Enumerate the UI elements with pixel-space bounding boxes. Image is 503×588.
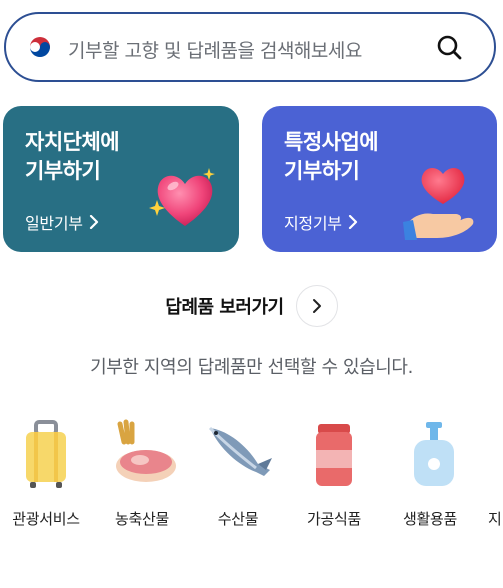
category-seafood[interactable]: 수산물	[190, 418, 286, 529]
browse-gifts-label: 답례품 보러가기	[165, 297, 284, 318]
suitcase-icon	[26, 420, 66, 488]
heart-in-hand-icon	[403, 168, 474, 240]
meat-grain-icon	[116, 419, 176, 482]
card-title-line: 기부하기	[25, 159, 101, 183]
designated-donation-card[interactable]: 특정사업에 기부하기 지정기부	[262, 106, 497, 252]
general-donation-link[interactable]: 일반기부	[25, 210, 99, 234]
chevron-right-icon	[348, 215, 357, 229]
category-household[interactable]: 생활용품	[382, 418, 478, 529]
search-bar[interactable]: 기부할 고향 및 답례품을 검색해보세요	[4, 12, 496, 82]
category-label: 생활용품	[402, 510, 457, 528]
card-title-line: 자치단체에	[25, 130, 120, 154]
card-title-line: 기부하기	[284, 159, 360, 183]
category-label: 농축산물	[114, 510, 169, 528]
card-link-label: 일반기부	[25, 214, 83, 233]
search-icon[interactable]	[434, 32, 466, 64]
browse-gifts-button[interactable]	[295, 285, 338, 327]
designated-donation-link[interactable]: 지정기부	[284, 210, 358, 234]
heart-sparkle-icon	[149, 168, 215, 226]
category-label: 수산물	[217, 510, 259, 528]
general-donation-card[interactable]: 자치단체에 기부하기 일반기부	[3, 106, 239, 252]
category-agriculture[interactable]: 농축산물	[94, 418, 190, 529]
category-processed-food[interactable]: 가공식품	[286, 418, 382, 529]
category-label: 관광서비스	[12, 510, 80, 528]
category-list: 관광서비스 농축산물 수산물 가공식품 생활용품 지	[0, 418, 503, 538]
pump-bottle-icon	[414, 422, 454, 486]
browse-gifts-row[interactable]: 답례품 보러가기	[0, 285, 503, 327]
fish-icon	[208, 426, 272, 476]
category-label: 가공식품	[306, 510, 361, 528]
category-partial-icon	[498, 418, 499, 490]
chevron-right-icon	[312, 299, 321, 313]
search-input[interactable]: 기부할 고향 및 답례품을 검색해보세요	[68, 36, 362, 63]
can-icon	[316, 424, 352, 486]
chevron-right-icon	[89, 215, 98, 229]
card-title: 특정사업에 기부하기	[284, 128, 379, 186]
category-tourism[interactable]: 관광서비스	[0, 418, 94, 529]
card-title: 자치단체에 기부하기	[25, 128, 120, 186]
card-title-line: 특정사업에	[284, 130, 379, 154]
card-link-label: 지정기부	[284, 214, 342, 233]
category-label: 지	[488, 510, 502, 528]
taegeuk-logo-icon	[29, 37, 51, 59]
info-text: 기부한 지역의 답례품만 선택할 수 있습니다.	[90, 357, 413, 378]
category-partial[interactable]: 지	[478, 418, 503, 529]
